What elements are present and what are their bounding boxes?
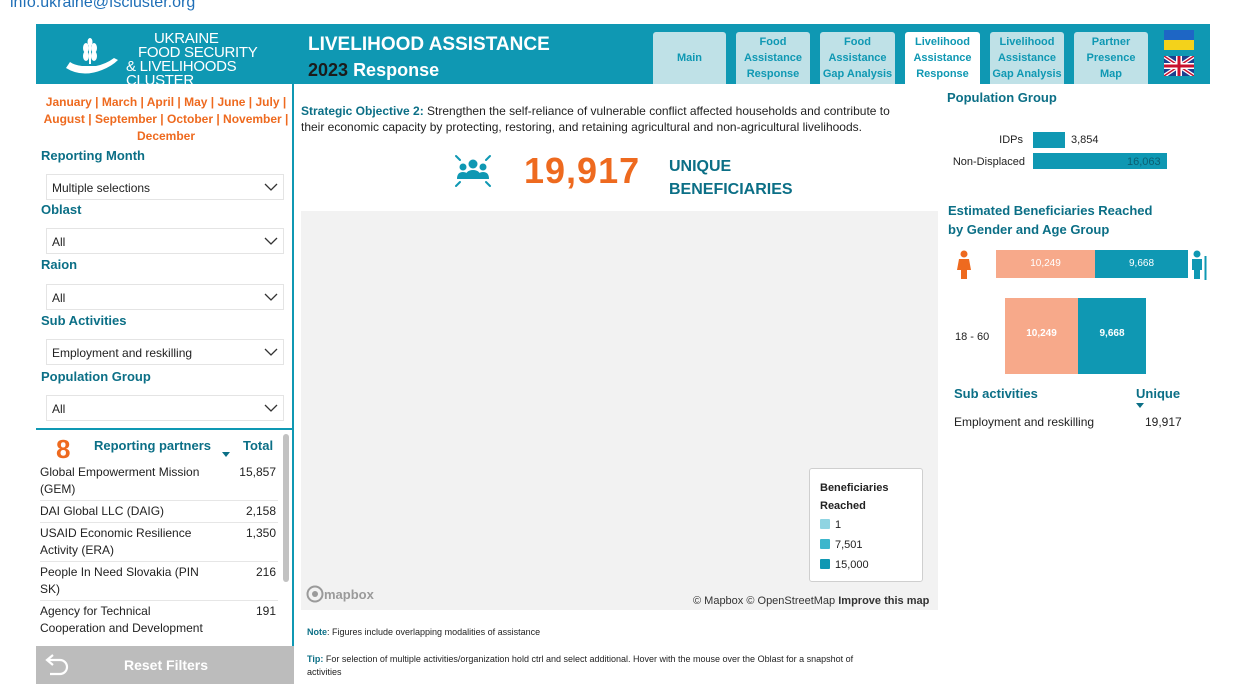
population-group-dropdown[interactable]: All	[46, 395, 284, 421]
ukrainian-flag-icon[interactable]	[1164, 30, 1194, 50]
sub-activities-label: Sub Activities	[41, 313, 127, 328]
pg-value-label: 16,063	[1127, 156, 1161, 168]
year-label: 2023	[308, 60, 349, 80]
legend-swatch	[820, 559, 830, 569]
oblast-label: Oblast	[41, 202, 82, 217]
pg-category-label: Non-Displaced	[952, 156, 1025, 168]
improve-map-link[interactable]: Improve this map	[838, 595, 929, 607]
reporting-month-label: Reporting Month	[41, 148, 145, 163]
months-slicer[interactable]: January | March | April | May | June | J…	[40, 94, 292, 145]
chevron-down-icon	[264, 293, 278, 301]
sub-activities-dropdown[interactable]: Employment and reskilling	[46, 339, 284, 365]
reset-filters-button[interactable]: Reset Filters	[36, 646, 294, 684]
undo-arrow-icon	[45, 654, 69, 676]
uk-flag-icon[interactable]	[1164, 56, 1194, 76]
tab-livelihood-assistance-gap-analysis[interactable]: Livelihood Assistance Gap Analysis	[990, 32, 1064, 84]
legend-item: 1	[820, 515, 922, 535]
table-row[interactable]: Global Empowerment Mission (GEM) 15,857	[40, 462, 278, 501]
table-row[interactable]: Agency for Technical Cooperation and Dev…	[40, 601, 278, 640]
legend-swatch	[820, 539, 830, 549]
chevron-down-icon	[264, 348, 278, 356]
map-attribution: © Mapbox © OpenStreetMap Improve this ma…	[693, 595, 929, 607]
sub-activities-value: Employment and reskilling	[52, 346, 193, 360]
sub-activities-header[interactable]: Sub activities	[954, 386, 1038, 401]
legend-item: 7,501	[820, 535, 922, 555]
table-row[interactable]: USAID Economic Resilience Activity (ERA)…	[40, 523, 278, 562]
header-bar: UKRAINE FOOD SECURITY & LIVELIHOODS CLUS…	[36, 24, 1210, 88]
map-legend: Beneficiaries Reached 1 7,501 15,000	[809, 468, 923, 582]
chevron-down-icon	[264, 183, 278, 191]
gender-age-title: Estimated Beneficiaries Reached by Gende…	[948, 203, 1153, 237]
unique-column-header[interactable]: Unique	[1136, 386, 1180, 401]
sub-activity-name[interactable]: Employment and reskilling	[954, 415, 1094, 429]
mapbox-logo[interactable]: mapbox	[306, 585, 388, 603]
sort-desc-icon[interactable]	[222, 452, 230, 457]
reporting-month-dropdown[interactable]: Multiple selections	[46, 174, 284, 200]
raion-label: Raion	[41, 257, 78, 272]
people-group-icon	[455, 155, 491, 187]
page-title: LIVELIHOOD ASSISTANCE	[308, 34, 550, 55]
legend-item: 15,000	[820, 555, 922, 575]
tab-main[interactable]: Main	[653, 32, 726, 84]
attribution-text[interactable]: © Mapbox © OpenStreetMap	[693, 595, 835, 607]
chevron-down-icon	[264, 237, 278, 245]
legend-swatch	[820, 519, 830, 529]
reset-filters-label: Reset Filters	[124, 657, 209, 673]
panel-divider	[36, 428, 294, 430]
tab-food-assistance-gap-analysis[interactable]: Food Assistance Gap Analysis	[820, 32, 895, 84]
unique-beneficiaries-value: 19,917	[524, 150, 641, 191]
filter-panel: January | March | April | May | June | J…	[36, 84, 294, 684]
partners-scrollbar[interactable]	[283, 434, 289, 582]
reporting-month-value: Multiple selections	[52, 181, 151, 195]
age-female-bar[interactable]: 10,249	[1005, 298, 1078, 374]
tab-livelihood-assistance-response[interactable]: Livelihood Assistance Response	[905, 32, 980, 84]
unique-beneficiaries-label: UNIQUE BENEFICIARIES	[669, 158, 793, 198]
population-group-value: All	[52, 402, 66, 416]
pg-value-label: 3,854	[1071, 134, 1099, 146]
table-row[interactable]: People In Need Slovakia (PIN SK) 216	[40, 562, 278, 601]
logo-text: UKRAINE FOOD SECURITY & LIVELIHOODS CLUS…	[126, 31, 302, 88]
tab-partner-presence-map[interactable]: Partner Presence Map	[1074, 32, 1148, 84]
sub-activity-value: 19,917	[1145, 415, 1182, 429]
chevron-down-icon	[264, 404, 278, 412]
oblast-value: All	[52, 235, 66, 249]
sort-desc-icon[interactable]	[1136, 403, 1144, 408]
tab-food-assistance-response[interactable]: Food Assistance Response	[736, 32, 810, 84]
raion-value: All	[52, 291, 66, 305]
population-group-title: Population Group	[947, 90, 1057, 105]
pg-category-label: IDPs	[999, 134, 1023, 146]
raion-dropdown[interactable]: All	[46, 284, 284, 310]
partners-table: Global Empowerment Mission (GEM) 15,857 D…	[40, 462, 278, 640]
strategic-objective: Strategic Objective 2: Strengthen the se…	[301, 103, 901, 135]
page-subtitle: 2023 Response	[308, 60, 439, 81]
partners-table-header: 8 Reporting partners Total	[36, 434, 294, 464]
female-bar[interactable]: 10,249	[996, 250, 1095, 278]
oblast-dropdown[interactable]: All	[46, 228, 284, 254]
tip-text: Tip: For selection of multiple activitie…	[307, 654, 854, 677]
total-column-header[interactable]: Total	[243, 438, 273, 453]
male-icon	[1192, 250, 1207, 280]
objective-prefix: Strategic Objective 2:	[301, 104, 424, 118]
cluster-logo: UKRAINE FOOD SECURITY & LIVELIHOODS CLUS…	[62, 31, 302, 88]
population-group-label: Population Group	[41, 369, 151, 384]
male-bar[interactable]: 9,668	[1095, 250, 1188, 278]
response-label: Response	[353, 60, 440, 80]
wheat-hand-icon	[66, 38, 118, 74]
legend-title: Beneficiaries Reached	[820, 482, 889, 512]
note-text: Note: Figures include overlapping modali…	[307, 627, 541, 637]
partners-column-header[interactable]: Reporting partners	[94, 438, 211, 453]
table-row[interactable]: DAI Global LLC (DAIG) 2,158	[40, 501, 278, 523]
mapbox-icon	[306, 585, 324, 603]
age-group-label: 18 - 60	[955, 331, 990, 343]
age-male-bar[interactable]: 9,668	[1078, 298, 1146, 374]
pg-bar-idps[interactable]	[1033, 132, 1065, 148]
partners-count: 8	[56, 434, 71, 464]
female-icon	[957, 250, 971, 279]
contact-email[interactable]: info.ukraine@fscluster.org	[10, 0, 195, 12]
